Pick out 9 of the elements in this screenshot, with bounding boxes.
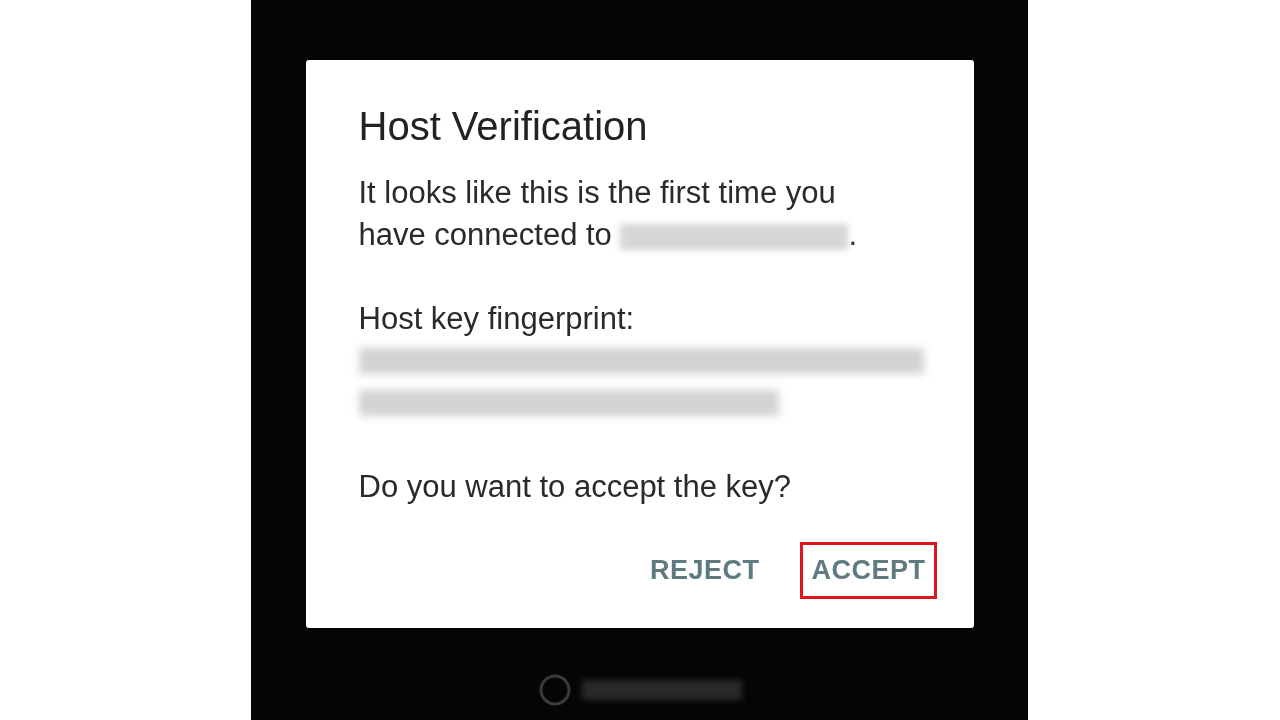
spinner-icon — [537, 673, 572, 707]
dialog-button[interactable]: ACCEPT — [805, 547, 932, 594]
dialog-title: Host Verification — [358, 103, 649, 150]
message-text: have connected to — [358, 217, 612, 252]
message-period: . — [848, 217, 858, 252]
message-text: It looks like this is the first time you — [358, 174, 837, 212]
question-text: Do you want to accept the key? — [358, 468, 793, 506]
fingerprint-label: Host key fingerprint: — [358, 300, 635, 338]
dialog-button[interactable]: REJECT — [643, 547, 766, 594]
